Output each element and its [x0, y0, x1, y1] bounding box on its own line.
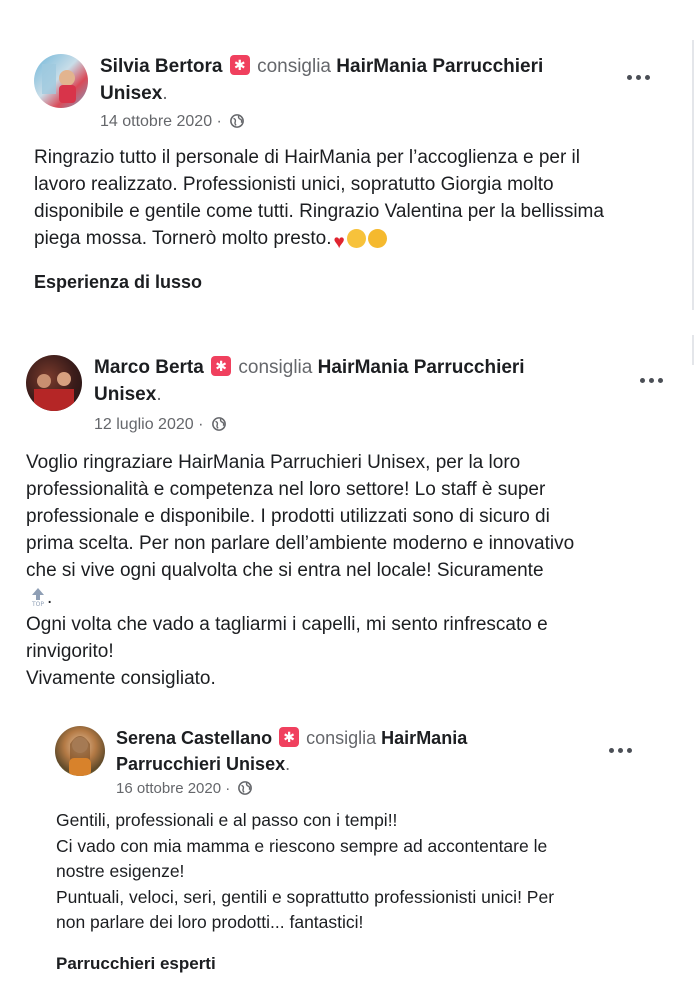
avatar-image [42, 64, 76, 103]
post-text-content-2: Ogni volta che vado a tagliarmi i capell… [26, 614, 548, 689]
post-meta: 14 ottobre 2020 · [100, 112, 245, 132]
post-text-period: . [47, 587, 53, 608]
divider [692, 40, 694, 310]
avatar-image [34, 372, 74, 411]
author-name[interactable]: Serena Castellano [116, 728, 272, 748]
review-post-2: Marco Berta ✱ consiglia HairMania Parruc… [0, 335, 700, 689]
globe-icon [211, 417, 226, 431]
post-text: Gentili, professionali e al passo con i … [56, 810, 555, 932]
page-name-cont[interactable]: Parrucchieri Unisex [116, 754, 285, 774]
post-text: Voglio ringraziare HairMania Parruchieri… [26, 449, 676, 692]
author-name[interactable]: Marco Berta [94, 357, 204, 378]
page-name[interactable]: HairMania Parrucchieri [318, 357, 525, 378]
more-options-icon[interactable] [640, 375, 666, 385]
post-text-content: Ringrazio tutto il personale di HairMani… [34, 147, 604, 249]
recommend-badge-icon: ✱ [279, 727, 300, 747]
post-date[interactable]: 16 ottobre 2020 [116, 780, 221, 797]
post-header: Serena Castellano ✱ consiglia HairMania … [116, 727, 468, 774]
post-text-content: Voglio ringraziare HairMania Parruchieri… [26, 452, 575, 581]
post-meta: 16 ottobre 2020 · [116, 779, 253, 799]
post-header: Marco Berta ✱ consiglia HairMania Parruc… [94, 356, 525, 405]
avatar-image [69, 736, 91, 776]
svg-text:TOP: TOP [31, 601, 44, 607]
author-name[interactable]: Silvia Bertora [100, 56, 223, 77]
post-date[interactable]: 14 ottobre 2020 [100, 113, 212, 130]
recommends-label: consiglia [257, 56, 331, 77]
page-name-cont[interactable]: Unisex [94, 384, 156, 405]
review-post-3: Serena Castellano ✱ consiglia HairMania … [0, 705, 700, 1000]
post-header: Silvia Bertora ✱ consiglia HairMania Par… [100, 55, 544, 104]
page-name[interactable]: HairMania Parrucchieri [336, 56, 543, 77]
recommend-badge-icon: ✱ [229, 55, 250, 75]
top-emoji-icon: TOP [31, 588, 44, 608]
review-tag[interactable]: Esperienza di lusso [34, 272, 202, 293]
post-date[interactable]: 12 luglio 2020 [94, 416, 194, 433]
avatar[interactable] [34, 54, 88, 108]
review-post-1: Silvia Bertora ✱ consiglia HairMania Par… [0, 0, 700, 320]
divider [692, 335, 694, 365]
avatar[interactable] [26, 355, 82, 411]
page-name[interactable]: HairMania [381, 728, 467, 748]
heart-emoji-icon: ♥ [333, 232, 345, 253]
recommends-label: consiglia [238, 357, 313, 378]
post-meta: 12 luglio 2020 · [94, 415, 226, 435]
wink-kiss-emoji-icon [346, 229, 366, 248]
globe-icon [230, 114, 245, 128]
post-text: Ringrazio tutto il personale di HairMani… [34, 144, 674, 253]
heart-eyes-emoji-icon [367, 229, 387, 248]
more-options-icon[interactable] [609, 745, 635, 755]
more-options-icon[interactable] [627, 72, 653, 82]
recommend-badge-icon: ✱ [211, 356, 232, 376]
globe-icon [238, 781, 253, 795]
recommends-label: consiglia [306, 728, 377, 748]
review-tag[interactable]: Parrucchieri esperti [56, 954, 216, 974]
avatar[interactable] [55, 726, 105, 776]
page-name-cont[interactable]: Unisex [100, 83, 162, 104]
